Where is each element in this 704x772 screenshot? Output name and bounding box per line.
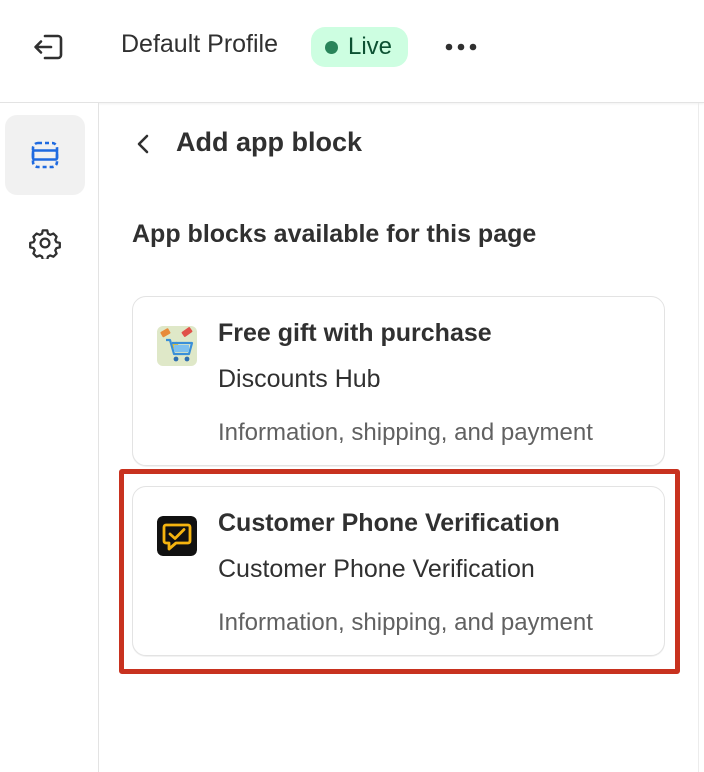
- layout-sections-icon: [31, 141, 59, 169]
- sidebar-item-settings[interactable]: [5, 203, 85, 283]
- block-target: Information, shipping, and payment: [218, 419, 593, 446]
- status-label: Live: [348, 33, 393, 60]
- status-dot-icon: [325, 40, 338, 54]
- block-app-name: Discounts Hub: [218, 365, 381, 393]
- sidebar-item-sections[interactable]: [5, 115, 85, 195]
- exit-button[interactable]: [28, 27, 68, 67]
- chevron-left-icon: [137, 134, 149, 154]
- block-title: Customer Phone Verification: [218, 509, 560, 537]
- more-horizontal-icon: [445, 43, 477, 51]
- app-block-card-free-gift[interactable]: Free gift with purchase Discounts Hub In…: [132, 296, 665, 466]
- chat-check-icon: [157, 516, 197, 556]
- top-bar: Default Profile Live: [0, 0, 704, 103]
- panel-divider: [698, 103, 699, 772]
- block-title: Free gift with purchase: [218, 319, 492, 347]
- gear-icon: [29, 229, 61, 259]
- exit-icon: [34, 34, 63, 60]
- block-target: Information, shipping, and payment: [218, 609, 593, 636]
- profile-name: Default Profile: [121, 30, 279, 58]
- app-block-card-phone-verification[interactable]: Customer Phone Verification Customer Pho…: [132, 486, 665, 656]
- back-button[interactable]: [128, 127, 158, 161]
- more-actions-button[interactable]: [440, 28, 482, 66]
- section-heading: App blocks available for this page: [132, 220, 537, 248]
- sidebar: [0, 103, 99, 772]
- gift-cart-icon: [157, 326, 197, 366]
- block-app-name: Customer Phone Verification: [218, 555, 535, 583]
- panel-title: Add app block: [176, 127, 363, 157]
- status-badge: Live: [311, 27, 409, 67]
